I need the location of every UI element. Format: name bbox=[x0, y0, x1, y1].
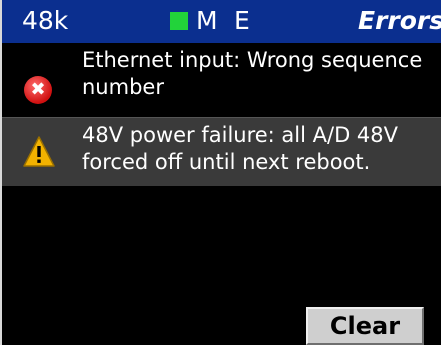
error-icon: ✖ bbox=[24, 76, 52, 104]
message-row-error[interactable]: ✖ Ethernet input: Wrong sequence number bbox=[2, 43, 441, 115]
status-indicator-icon bbox=[170, 12, 188, 30]
header-bar: 48k M E Errors bbox=[2, 0, 441, 43]
warning-icon bbox=[23, 136, 55, 167]
sample-rate-label: 48k bbox=[22, 6, 69, 35]
mode-e-label: E bbox=[234, 6, 250, 35]
errors-panel: 48k M E Errors ✖ Ethernet input: Wrong s… bbox=[0, 0, 441, 345]
panel-title: Errors bbox=[358, 6, 441, 35]
message-text: Ethernet input: Wrong sequence number bbox=[82, 48, 423, 99]
message-text: 48V power failure: all A/D 48V forced of… bbox=[82, 123, 399, 174]
clear-button[interactable]: Clear bbox=[306, 307, 424, 345]
mode-m-label: M bbox=[196, 6, 218, 35]
message-row-warning[interactable]: 48V power failure: all A/D 48V forced of… bbox=[2, 117, 441, 186]
